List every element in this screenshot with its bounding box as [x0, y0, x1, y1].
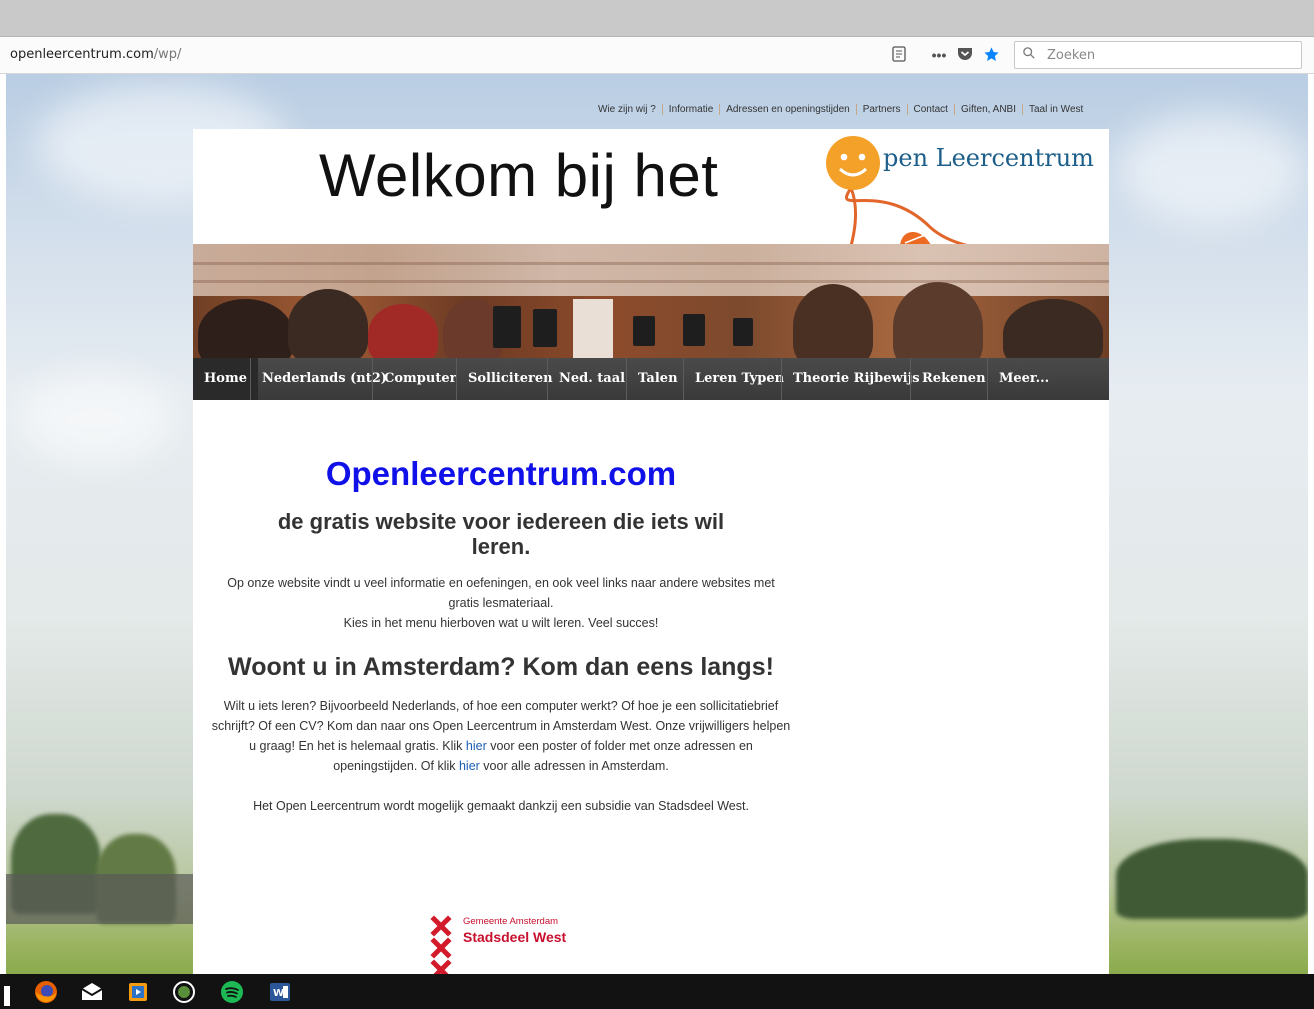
- pocket-icon[interactable]: [956, 46, 974, 64]
- nav-theorie-rijbewijs[interactable]: Theorie Rijbewijs: [782, 358, 931, 400]
- subsidy-paragraph: Het Open Leercentrum wordt mogelijk gema…: [253, 799, 749, 813]
- topnav-giften[interactable]: Giften, ANBI: [953, 104, 1022, 115]
- page-viewport: Wie zijn wij ? Informatie Adressen en open…: [6, 74, 1308, 974]
- intro-line-2: Kies in het menu hierboven wat u wilt le…: [343, 616, 659, 630]
- topnav-adressen[interactable]: Adressen en openingstijden: [719, 104, 856, 115]
- more-icon[interactable]: •••: [930, 46, 948, 64]
- mail-icon[interactable]: [80, 980, 104, 1004]
- nav-talen[interactable]: Talen: [627, 358, 689, 400]
- banner-monitor: [733, 318, 753, 346]
- amsterdam-text-c: voor alle adressen in Amsterdam.: [479, 759, 669, 773]
- banner-person: [368, 304, 438, 358]
- banner-monitor: [683, 314, 705, 346]
- nav-rekenen[interactable]: Rekenen: [911, 358, 997, 400]
- spotify-icon[interactable]: [220, 980, 244, 1004]
- nav-computer[interactable]: Computer: [373, 358, 467, 400]
- background-cloud: [1116, 114, 1306, 224]
- topnav-wie-zijn-wij[interactable]: Wie zijn wij ?: [592, 104, 662, 115]
- background-cloud: [16, 374, 176, 464]
- url-path: /wp/: [153, 47, 182, 62]
- intro-line-1: Op onze website vindt u veel informatie …: [227, 576, 775, 610]
- firefox-icon[interactable]: [34, 980, 58, 1004]
- topnav-contact[interactable]: Contact: [906, 104, 954, 115]
- nav-leren-typen[interactable]: Leren Typen: [684, 358, 795, 400]
- main-content: Openleercentrum.com de gratis website vo…: [211, 429, 791, 816]
- svg-text:W: W: [273, 988, 284, 999]
- banner-monitor: [533, 309, 557, 347]
- all-addresses-link[interactable]: hier: [459, 759, 480, 773]
- bookshelf-line: [193, 280, 1109, 283]
- top-navigation: Wie zijn wij ? Informatie Adressen en open…: [592, 104, 1090, 115]
- background-tree: [1116, 839, 1308, 919]
- poster-link[interactable]: hier: [466, 739, 487, 753]
- nav-meer[interactable]: Meer...: [988, 358, 1060, 400]
- logo-text: Open Leercentrum: [883, 144, 1094, 172]
- gemeente-amsterdam-text: Gemeente Amsterdam: [463, 916, 559, 927]
- site-container: Welkom bij het Open Leercentrum: [193, 129, 1109, 974]
- bookshelf-line: [193, 262, 1109, 265]
- banner-monitor: [633, 316, 655, 346]
- topnav-taal-in-west[interactable]: Taal in West: [1022, 104, 1090, 115]
- amsterdam-heading: Woont u in Amsterdam? Kom dan eens langs…: [228, 653, 774, 681]
- media-player-icon[interactable]: [126, 980, 150, 1004]
- main-navigation: Home Nederlands (nt2) Computer Sollicite…: [193, 358, 1109, 400]
- background-farmhouse: [6, 874, 196, 924]
- windows-taskbar: W: [0, 974, 1314, 1009]
- banner-monitor: [493, 306, 521, 348]
- banner-person: [288, 289, 368, 358]
- banner-pillar: [573, 299, 613, 358]
- topnav-partners[interactable]: Partners: [855, 104, 907, 115]
- url-host: openleercentrum.com: [10, 47, 154, 62]
- stadsdeel-west-text: Stadsdeel West: [463, 929, 567, 945]
- amsterdam-xxx-icon: [430, 915, 452, 974]
- header-banner-photo: [193, 244, 1109, 358]
- search-input[interactable]: Zoeken: [1014, 41, 1302, 69]
- site-title: Openleercentrum.com: [325, 455, 677, 492]
- intro-paragraph: Op onze website vindt u veel informatie …: [211, 573, 791, 633]
- search-placeholder: Zoeken: [1047, 48, 1096, 63]
- url-text[interactable]: openleercentrum.com/wp/: [10, 47, 181, 62]
- search-icon: [1023, 47, 1035, 59]
- reader-view-icon[interactable]: [890, 46, 908, 64]
- banner-person: [1003, 299, 1103, 358]
- word-icon[interactable]: W: [268, 980, 292, 1004]
- site-subtitle: de gratis website voor iedereen die iets…: [277, 509, 725, 559]
- nav-ned-taal[interactable]: Ned. taal: [548, 358, 636, 400]
- logo-name: pen Leercentrum: [883, 144, 1094, 172]
- nav-home[interactable]: Home: [193, 358, 258, 400]
- browser-tab-strip: [0, 0, 1314, 37]
- amsterdam-paragraph: Wilt u iets leren? Bijvoorbeeld Nederlan…: [211, 696, 791, 776]
- bookmark-star-icon[interactable]: [982, 46, 1000, 64]
- topnav-informatie[interactable]: Informatie: [661, 104, 720, 115]
- start-edge-icon[interactable]: [4, 986, 10, 1006]
- welcome-heading: Welkom bij het: [319, 142, 719, 209]
- banner-person: [198, 299, 293, 358]
- maps-icon[interactable]: [172, 980, 196, 1004]
